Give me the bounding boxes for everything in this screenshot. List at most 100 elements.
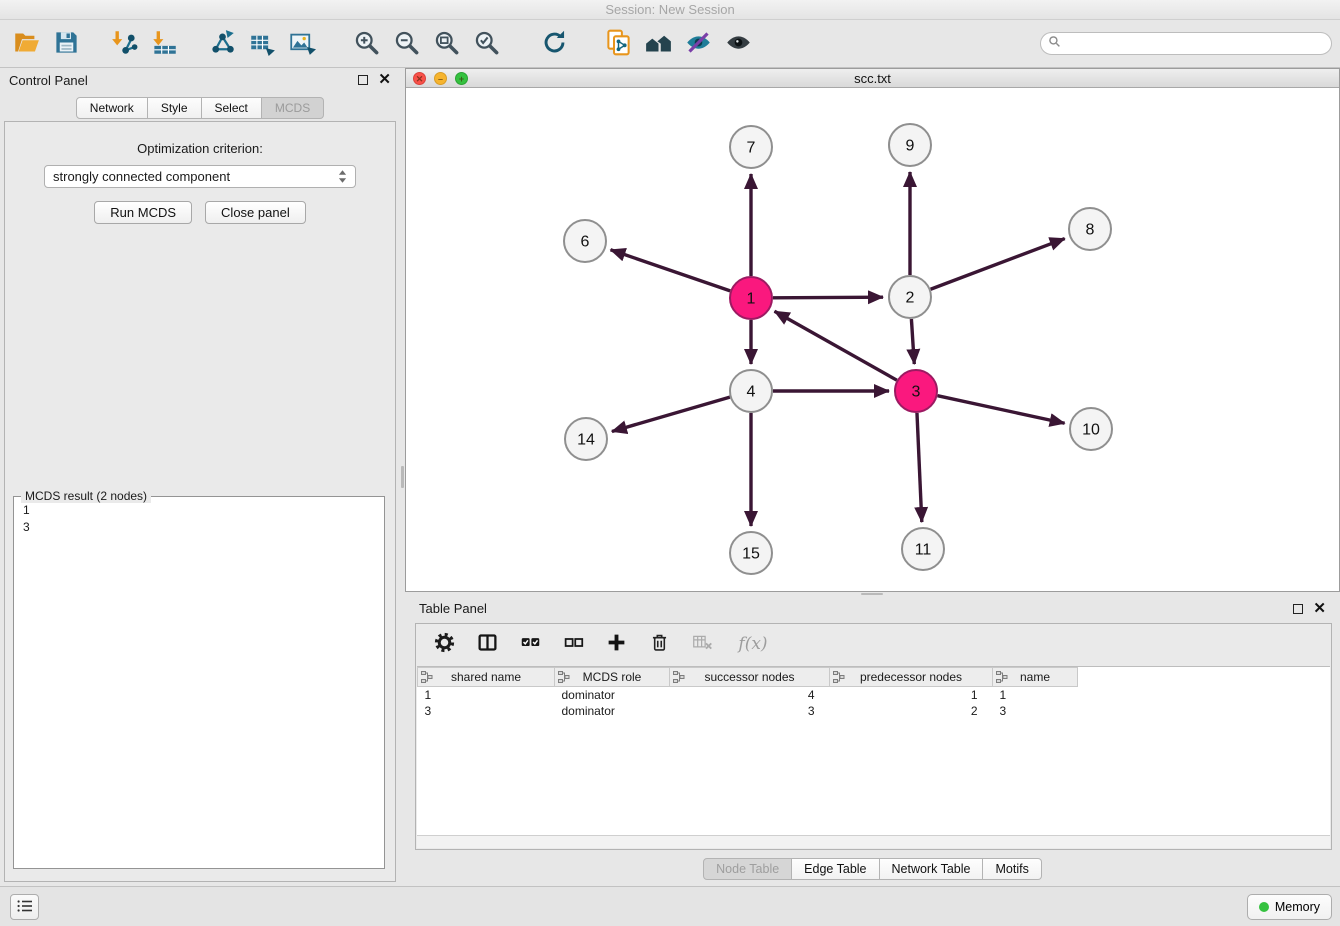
column-header-successor-nodes[interactable]: successor nodes: [670, 668, 830, 687]
zoom-out-button[interactable]: [388, 25, 424, 63]
zoom-in-button[interactable]: [348, 25, 384, 63]
tab-select[interactable]: Select: [202, 97, 262, 119]
task-list-icon: [17, 899, 33, 916]
network-canvas[interactable]: 7968124314101511: [406, 89, 1339, 591]
tab-network-table[interactable]: Network Table: [880, 858, 984, 880]
edge-4-14[interactable]: [612, 397, 730, 431]
import-table-icon: [151, 29, 178, 59]
tab-network[interactable]: Network: [76, 97, 148, 119]
delete-table-button[interactable]: [688, 630, 716, 658]
edge-3-1[interactable]: [775, 311, 897, 380]
combo-stepper-icon: [338, 169, 347, 184]
function-builder-button[interactable]: f(x): [731, 630, 775, 658]
table-cell: 1: [993, 687, 1078, 703]
node-label: 4: [747, 384, 756, 401]
export-image-button[interactable]: [284, 25, 320, 63]
mcds-result-group: MCDS result (2 nodes) 1 3: [13, 496, 385, 869]
tab-motifs[interactable]: Motifs: [983, 858, 1041, 880]
select-all-button[interactable]: [516, 630, 544, 658]
visibility-button[interactable]: [720, 25, 756, 63]
node-label: 1: [747, 291, 756, 308]
add-row-button[interactable]: [602, 630, 630, 658]
home-icon: [645, 29, 672, 59]
edge-3-10[interactable]: [937, 396, 1064, 424]
close-panel-button[interactable]: Close panel: [205, 201, 306, 224]
delete-table-icon: [692, 632, 713, 656]
eye-icon: [725, 29, 752, 59]
memory-status-dot: [1259, 902, 1269, 912]
optimization-criterion-label: Optimization criterion:: [5, 141, 395, 156]
table-cell: 3: [670, 703, 830, 719]
table-row[interactable]: 3dominator323: [418, 703, 1331, 719]
edge-2-8[interactable]: [931, 239, 1065, 290]
column-attr-icon: [673, 671, 685, 683]
edge-2-3[interactable]: [911, 319, 914, 364]
search-input[interactable]: [1066, 37, 1324, 51]
home-button[interactable]: [640, 25, 676, 63]
table-horizontal-scrollbar[interactable]: [417, 835, 1330, 848]
node-table: shared name MCDS role successor nodes pr…: [417, 666, 1330, 835]
copy-network-button[interactable]: [600, 25, 636, 63]
table-cell: 1: [418, 687, 555, 703]
search-box[interactable]: [1040, 32, 1332, 55]
tab-mcds[interactable]: MCDS: [262, 97, 324, 119]
open-session-button[interactable]: [8, 25, 44, 63]
close-window-button[interactable]: ✕: [413, 72, 426, 85]
zoom-in-icon: [353, 29, 380, 59]
table-panel-title: Table Panel: [419, 601, 487, 616]
run-mcds-button[interactable]: Run MCDS: [94, 201, 192, 224]
minimize-window-button[interactable]: –: [434, 72, 447, 85]
table-cell: 4: [670, 687, 830, 703]
edge-3-11[interactable]: [917, 413, 922, 522]
export-table-button[interactable]: [244, 25, 280, 63]
table-panel-float-icon[interactable]: [1293, 604, 1303, 614]
mcds-result-title: MCDS result (2 nodes): [21, 489, 151, 503]
table-panel-close-icon[interactable]: ✕: [1313, 604, 1326, 614]
network-from-selection-button[interactable]: [204, 25, 240, 63]
column-header-shared-name[interactable]: shared name: [418, 668, 555, 687]
tab-edge-table[interactable]: Edge Table: [792, 858, 879, 880]
delete-row-button[interactable]: [645, 630, 673, 658]
main-toolbar: [0, 20, 1340, 68]
search-icon: [1048, 35, 1066, 53]
column-header-predecessor-nodes[interactable]: predecessor nodes: [830, 668, 993, 687]
columns-icon: [477, 632, 498, 656]
memory-button[interactable]: Memory: [1247, 894, 1332, 920]
memory-label: Memory: [1275, 900, 1320, 914]
edge-1-6[interactable]: [611, 250, 731, 291]
control-panel-close-icon[interactable]: ✕: [378, 75, 391, 85]
table-cell-filler: [1078, 703, 1331, 719]
deselect-all-button[interactable]: [559, 630, 587, 658]
import-table-button[interactable]: [146, 25, 182, 63]
table-cell: 1: [830, 687, 993, 703]
maximize-window-button[interactable]: +: [455, 72, 468, 85]
tab-style[interactable]: Style: [148, 97, 202, 119]
column-header-mcds-role[interactable]: MCDS role: [555, 668, 670, 687]
column-visibility-button[interactable]: [473, 630, 501, 658]
column-header-name[interactable]: name: [993, 668, 1078, 687]
zoom-selected-icon: [473, 29, 500, 59]
status-menu-button[interactable]: [10, 894, 39, 920]
mcds-result-text[interactable]: 1 3: [14, 497, 384, 541]
table-row[interactable]: 1dominator411: [418, 687, 1331, 703]
save-session-button[interactable]: [48, 25, 84, 63]
graphics-details-button[interactable]: [680, 25, 716, 63]
control-panel-float-icon[interactable]: [358, 75, 368, 85]
refresh-button[interactable]: [536, 25, 572, 63]
save-disk-icon: [53, 29, 80, 59]
fx-icon: f(x): [738, 634, 767, 654]
optimization-criterion-select[interactable]: strongly connected component: [44, 165, 356, 188]
table-cell: dominator: [555, 703, 670, 719]
node-label: 15: [742, 546, 760, 563]
column-header-filler: [1078, 668, 1331, 687]
import-network-button[interactable]: [106, 25, 142, 63]
zoom-fit-button[interactable]: [428, 25, 464, 63]
zoom-selected-button[interactable]: [468, 25, 504, 63]
control-panel: Control Panel ✕ Network Style Select MCD…: [0, 68, 400, 886]
table-settings-button[interactable]: [430, 630, 458, 658]
tab-node-table[interactable]: Node Table: [703, 858, 792, 880]
deselect-all-icon: [563, 632, 584, 656]
refresh-icon: [541, 29, 568, 59]
table-cell: 2: [830, 703, 993, 719]
edge-1-2[interactable]: [773, 297, 883, 298]
